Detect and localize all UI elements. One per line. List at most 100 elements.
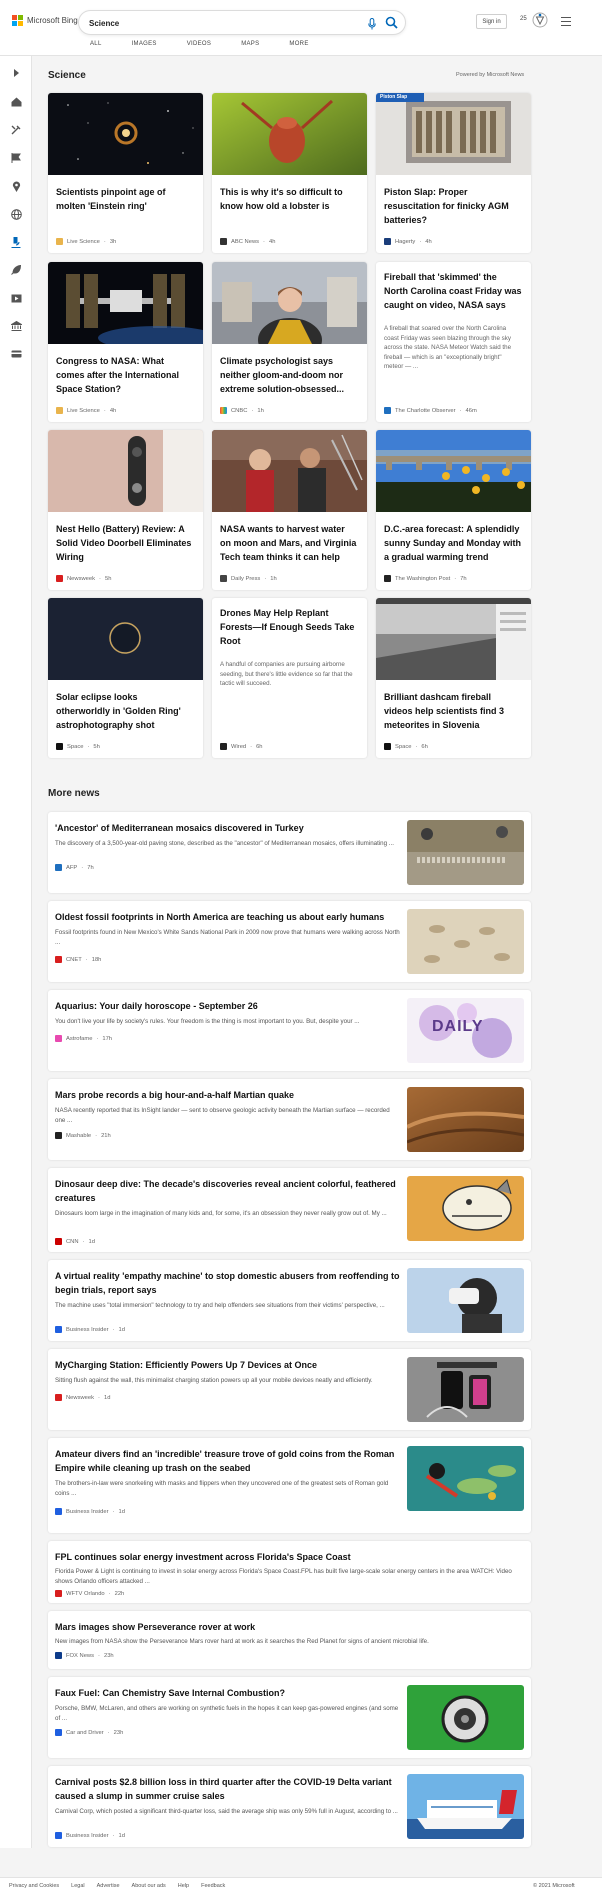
list-item[interactable]: Mars images show Perseverance rover at w… <box>48 1611 531 1669</box>
source-logo-icon <box>56 743 63 750</box>
news-title[interactable]: Mars probe records a big hour-and-a-half… <box>55 1088 400 1102</box>
news-title[interactable]: A virtual reality 'empathy machine' to s… <box>55 1269 400 1297</box>
news-title[interactable]: FPL continues solar energy investment ac… <box>55 1550 515 1564</box>
list-item[interactable]: 'Ancestor' of Mediterranean mosaics disc… <box>48 812 531 893</box>
card-title[interactable]: Congress to NASA: What comes after the I… <box>56 354 194 396</box>
footer-link-about-ads[interactable]: About our ads <box>132 1883 166 1889</box>
footer-link-feedback[interactable]: Feedback <box>201 1883 225 1889</box>
news-snippet: The machine uses "total immersion" techn… <box>55 1302 385 1309</box>
powered-by[interactable]: Powered by Microsoft News <box>456 72 524 78</box>
source-logo-icon <box>220 238 227 245</box>
news-title[interactable]: MyCharging Station: Efficiently Powers U… <box>55 1358 400 1372</box>
list-item[interactable]: A virtual reality 'empathy machine' to s… <box>48 1260 531 1341</box>
card-title[interactable]: Fireball that 'skimmed' the North Caroli… <box>384 270 522 312</box>
search-icon[interactable] <box>385 16 398 34</box>
footer-link-help[interactable]: Help <box>178 1883 189 1889</box>
news-title[interactable]: Amateur divers find an 'incredible' trea… <box>55 1447 400 1475</box>
menu-icon[interactable] <box>561 17 571 29</box>
rewards-points[interactable]: 25 <box>520 16 527 22</box>
bing-logo[interactable]: Microsoft Bing <box>12 15 78 26</box>
footer-link-legal[interactable]: Legal <box>71 1883 84 1889</box>
list-item[interactable]: Mars probe records a big hour-and-a-half… <box>48 1079 531 1160</box>
footer: Privacy and Cookies Legal Advertise Abou… <box>0 1877 602 1893</box>
news-card[interactable]: This is why it's so difficult to know ho… <box>212 93 367 253</box>
news-card[interactable]: Congress to NASA: What comes after the I… <box>48 262 203 422</box>
news-snippet: Sitting flush against the wall, this min… <box>55 1377 373 1384</box>
expand-icon[interactable] <box>10 67 22 79</box>
list-item[interactable]: Dinosaur deep dive: The decade's discove… <box>48 1168 531 1252</box>
card-title[interactable]: NASA wants to harvest water on moon and … <box>220 522 358 564</box>
news-card[interactable]: NASA wants to harvest water on moon and … <box>212 430 367 590</box>
news-card[interactable]: Solar eclipse looks otherworldly in 'Gol… <box>48 598 203 758</box>
card-snippet: A handful of companies are pursuing airb… <box>220 661 353 687</box>
card-title[interactable]: Piston Slap: Proper resuscitation for fi… <box>384 185 522 227</box>
news-title[interactable]: Dinosaur deep dive: The decade's discove… <box>55 1177 400 1205</box>
flag-icon[interactable] <box>10 152 22 164</box>
card-icon[interactable] <box>10 348 22 360</box>
list-item[interactable]: MyCharging Station: Efficiently Powers U… <box>48 1349 531 1430</box>
card-title[interactable]: Nest Hello (Battery) Review: A Solid Vid… <box>56 522 194 564</box>
news-card[interactable]: Nest Hello (Battery) Review: A Solid Vid… <box>48 430 203 590</box>
list-item[interactable]: FPL continues solar energy investment ac… <box>48 1541 531 1603</box>
microscope-icon[interactable] <box>10 236 22 248</box>
card-title[interactable]: Solar eclipse looks otherworldly in 'Gol… <box>56 690 194 732</box>
card-title[interactable]: Brilliant dashcam fireball videos help s… <box>384 690 522 732</box>
news-source: Business Insider · 1d <box>55 1832 125 1839</box>
news-title[interactable]: Mars images show Perseverance rover at w… <box>55 1620 515 1634</box>
source-logo-icon <box>384 575 391 582</box>
card-title[interactable]: Scientists pinpoint age of molten 'Einst… <box>56 185 194 213</box>
footer-link-privacy[interactable]: Privacy and Cookies <box>9 1883 59 1889</box>
top-bar: Microsoft Bing ALL IMAGES VIDEOS MAPS MO… <box>0 0 602 56</box>
location-icon[interactable] <box>10 180 22 192</box>
news-title[interactable]: Carnival posts $2.8 billion loss in thir… <box>55 1775 400 1803</box>
card-title[interactable]: Drones May Help Replant Forests—If Enoug… <box>220 606 358 648</box>
bank-icon[interactable] <box>10 320 22 332</box>
list-item[interactable]: Aquarius: Your daily horoscope - Septemb… <box>48 990 531 1071</box>
microphone-icon[interactable] <box>368 17 376 35</box>
news-image <box>407 1357 524 1422</box>
news-card[interactable]: Brilliant dashcam fireball videos help s… <box>376 598 531 758</box>
home-icon[interactable] <box>10 96 22 108</box>
rocket-icon[interactable] <box>10 264 22 276</box>
sign-in-button[interactable]: Sign in <box>476 14 507 29</box>
tools-icon[interactable] <box>10 124 22 136</box>
search-box[interactable] <box>78 10 406 35</box>
news-card[interactable]: Scientists pinpoint age of molten 'Einst… <box>48 93 203 253</box>
card-source: Hagerty · 4h <box>384 238 432 245</box>
search-input[interactable] <box>89 16 329 30</box>
tab-more[interactable]: MORE <box>289 41 308 47</box>
news-snippet: You don't live your life by society's ru… <box>55 1018 360 1025</box>
card-title[interactable]: Climate psychologist says neither gloom-… <box>220 354 358 396</box>
list-item[interactable]: Faux Fuel: Can Chemistry Save Internal C… <box>48 1677 531 1758</box>
news-card[interactable]: Piston Slap Piston Slap: Proper resuscit… <box>376 93 531 253</box>
news-snippet: Porsche, BMW, McLaren, and others are wo… <box>55 1705 399 1722</box>
tab-videos[interactable]: VIDEOS <box>187 41 211 47</box>
news-card[interactable]: D.C.-area forecast: A splendidly sunny S… <box>376 430 531 590</box>
news-card[interactable]: Drones May Help Replant Forests—If Enoug… <box>212 598 367 758</box>
news-title[interactable]: Oldest fossil footprints in North Americ… <box>55 910 400 924</box>
video-icon[interactable] <box>10 292 22 304</box>
news-card[interactable]: Fireball that 'skimmed' the North Caroli… <box>376 262 531 422</box>
news-snippet: Florida Power & Light is continuing to i… <box>55 1568 512 1585</box>
list-item[interactable]: Amateur divers find an 'incredible' trea… <box>48 1438 531 1533</box>
news-snippet: Fossil footprints found in New Mexico's … <box>55 929 400 946</box>
tab-maps[interactable]: MAPS <box>241 41 259 47</box>
news-title[interactable]: Aquarius: Your daily horoscope - Septemb… <box>55 999 400 1013</box>
news-card[interactable]: Climate psychologist says neither gloom-… <box>212 262 367 422</box>
news-image <box>407 1176 524 1241</box>
news-image <box>407 1268 524 1333</box>
tab-images[interactable]: IMAGES <box>132 41 157 47</box>
more-news-title: More news <box>48 788 100 799</box>
tab-all[interactable]: ALL <box>90 41 102 47</box>
card-title[interactable]: This is why it's so difficult to know ho… <box>220 185 358 213</box>
news-title[interactable]: 'Ancestor' of Mediterranean mosaics disc… <box>55 821 400 835</box>
list-item[interactable]: Oldest fossil footprints in North Americ… <box>48 901 531 982</box>
list-item[interactable]: Carnival posts $2.8 billion loss in thir… <box>48 1766 531 1847</box>
globe-icon[interactable] <box>10 208 22 220</box>
rewards-icon[interactable] <box>532 12 548 33</box>
card-title[interactable]: D.C.-area forecast: A splendidly sunny S… <box>384 522 522 564</box>
news-title[interactable]: Faux Fuel: Can Chemistry Save Internal C… <box>55 1686 400 1700</box>
footer-link-advertise[interactable]: Advertise <box>97 1883 120 1889</box>
card-source: The Charlotte Observer · 46m <box>384 407 477 414</box>
news-source: Newsweek · 1d <box>55 1394 110 1401</box>
